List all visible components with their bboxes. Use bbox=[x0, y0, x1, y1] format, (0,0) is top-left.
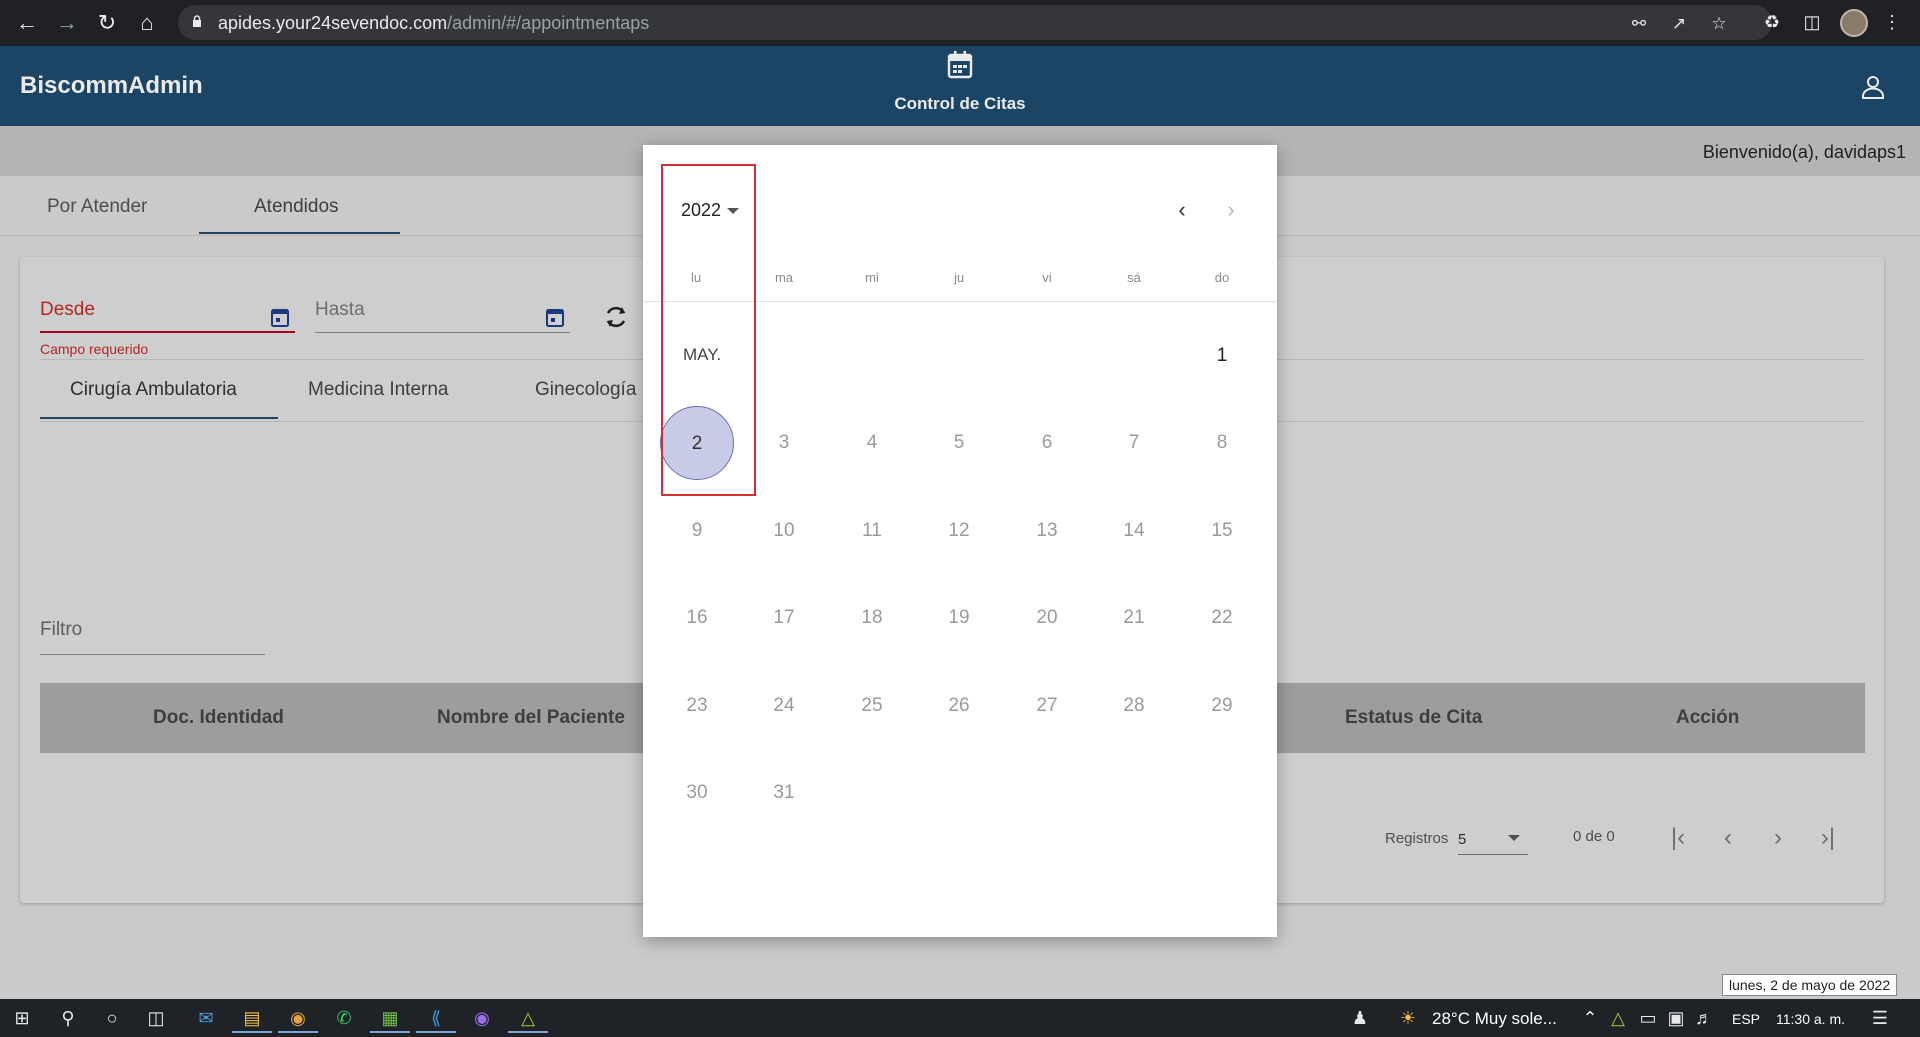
url-text: apides.your24sevendoc.com/admin/#/appoin… bbox=[218, 13, 649, 34]
day-cell[interactable]: 1 bbox=[1185, 319, 1259, 393]
share-icon[interactable]: ↗ bbox=[1668, 13, 1690, 35]
day-cell[interactable]: 15 bbox=[1185, 494, 1259, 568]
address-bar[interactable]: apides.your24sevendoc.com/admin/#/appoin… bbox=[178, 5, 1772, 40]
key-icon[interactable]: ⚯ bbox=[1628, 13, 1650, 35]
day-cell[interactable]: 16 bbox=[660, 581, 734, 655]
terminal-app-icon[interactable]: △ bbox=[508, 1003, 548, 1033]
weekday-label: mi bbox=[865, 270, 879, 285]
weekday-label: do bbox=[1214, 270, 1230, 285]
search-icon[interactable]: ⚲ bbox=[48, 1003, 88, 1033]
side-panel-icon[interactable]: ◫ bbox=[1800, 10, 1824, 34]
weekday-label: ma bbox=[774, 270, 794, 285]
day-cell[interactable]: 8 bbox=[1185, 406, 1259, 480]
task-view-icon[interactable]: ◫ bbox=[136, 1003, 176, 1033]
cortana-icon[interactable]: ○ bbox=[92, 1003, 132, 1033]
day-cell[interactable]: 23 bbox=[660, 669, 734, 743]
clock-text[interactable]: 11:30 a. m. bbox=[1776, 1011, 1845, 1027]
home-icon[interactable]: ⌂ bbox=[132, 8, 162, 38]
language-indicator[interactable]: ESP bbox=[1732, 1011, 1760, 1027]
extensions-icon[interactable]: ♻ bbox=[1760, 10, 1784, 34]
notifications-icon[interactable]: ☰ bbox=[1860, 1003, 1900, 1033]
day-cell[interactable]: 27 bbox=[1010, 669, 1084, 743]
day-cell[interactable]: 12 bbox=[922, 494, 996, 568]
day-cell[interactable]: 14 bbox=[1097, 494, 1171, 568]
day-cell[interactable]: 17 bbox=[747, 581, 821, 655]
menu-kebab-icon[interactable]: ⋮ bbox=[1880, 10, 1904, 34]
day-cell[interactable]: 25 bbox=[835, 669, 909, 743]
day-cell[interactable]: 9 bbox=[660, 494, 734, 568]
profile-avatar[interactable] bbox=[1840, 9, 1868, 37]
file-explorer-icon[interactable]: ▤ bbox=[232, 1003, 272, 1033]
next-month-icon[interactable]: › bbox=[1216, 195, 1246, 225]
weekday-label: sá bbox=[1127, 270, 1141, 285]
day-cell[interactable]: 6 bbox=[1010, 406, 1084, 480]
day-cell[interactable]: 31 bbox=[747, 756, 821, 830]
url-path: /admin/#/appointmentaps bbox=[447, 13, 650, 33]
back-icon[interactable]: ← bbox=[12, 8, 42, 38]
day-cell[interactable]: 30 bbox=[660, 756, 734, 830]
weekday-label: vi bbox=[1042, 270, 1052, 285]
day-cell[interactable]: 3 bbox=[747, 406, 821, 480]
day-cell[interactable]: 20 bbox=[1010, 581, 1084, 655]
windows-start-icon[interactable]: ⊞ bbox=[2, 1003, 42, 1033]
people-icon[interactable]: ♟ bbox=[1340, 1003, 1380, 1033]
weekday-label: ju bbox=[953, 270, 965, 285]
whatsapp-icon[interactable]: ✆ bbox=[324, 1003, 364, 1033]
day-cell[interactable]: 5 bbox=[922, 406, 996, 480]
lock-icon bbox=[193, 15, 201, 27]
volume-icon[interactable]: ♬ bbox=[1684, 1003, 1724, 1033]
excel-app-icon[interactable]: ▦ bbox=[370, 1003, 410, 1033]
day-cell[interactable]: 26 bbox=[922, 669, 996, 743]
day-cell[interactable]: 10 bbox=[747, 494, 821, 568]
day-cell[interactable]: 13 bbox=[1010, 494, 1084, 568]
outlook-icon[interactable]: ✉ bbox=[186, 1003, 226, 1033]
day-cell[interactable]: 18 bbox=[835, 581, 909, 655]
day-cell[interactable]: 21 bbox=[1097, 581, 1171, 655]
day-cell[interactable]: 22 bbox=[1185, 581, 1259, 655]
url-host: apides.your24sevendoc.com bbox=[218, 13, 448, 33]
reload-icon[interactable]: ↻ bbox=[92, 8, 122, 38]
previous-month-icon[interactable]: ‹ bbox=[1167, 195, 1197, 225]
date-tooltip: lunes, 2 de mayo de 2022 bbox=[1722, 974, 1898, 996]
chrome-icon[interactable]: ◉ bbox=[278, 1003, 318, 1033]
day-cell[interactable]: 29 bbox=[1185, 669, 1259, 743]
day-cell[interactable]: 4 bbox=[835, 406, 909, 480]
forward-icon[interactable]: → bbox=[52, 8, 82, 38]
weather-text[interactable]: 28°C Muy sole... bbox=[1432, 1009, 1557, 1029]
weather-icon[interactable]: ☀ bbox=[1388, 1003, 1428, 1033]
day-cell[interactable]: 28 bbox=[1097, 669, 1171, 743]
day-cell[interactable]: 24 bbox=[747, 669, 821, 743]
github-icon[interactable]: ◉ bbox=[462, 1003, 502, 1033]
day-cell[interactable]: 7 bbox=[1097, 406, 1171, 480]
vscode-icon[interactable]: ⟪ bbox=[416, 1003, 456, 1033]
day-cell[interactable]: 11 bbox=[835, 494, 909, 568]
browser-toolbar: ← → ↻ ⌂ apides.your24sevendoc.com/admin/… bbox=[0, 0, 1920, 46]
windows-taskbar: ⊞ ⚲ ○ ◫ ✉ ▤ ◉ ✆ ▦ ⟪ ◉ △ ♟ ☀ 28°C Muy sol… bbox=[0, 999, 1920, 1037]
day-cell[interactable]: 19 bbox=[922, 581, 996, 655]
highlight-annotation-box bbox=[661, 164, 756, 496]
bookmark-star-icon[interactable]: ☆ bbox=[1708, 13, 1730, 35]
